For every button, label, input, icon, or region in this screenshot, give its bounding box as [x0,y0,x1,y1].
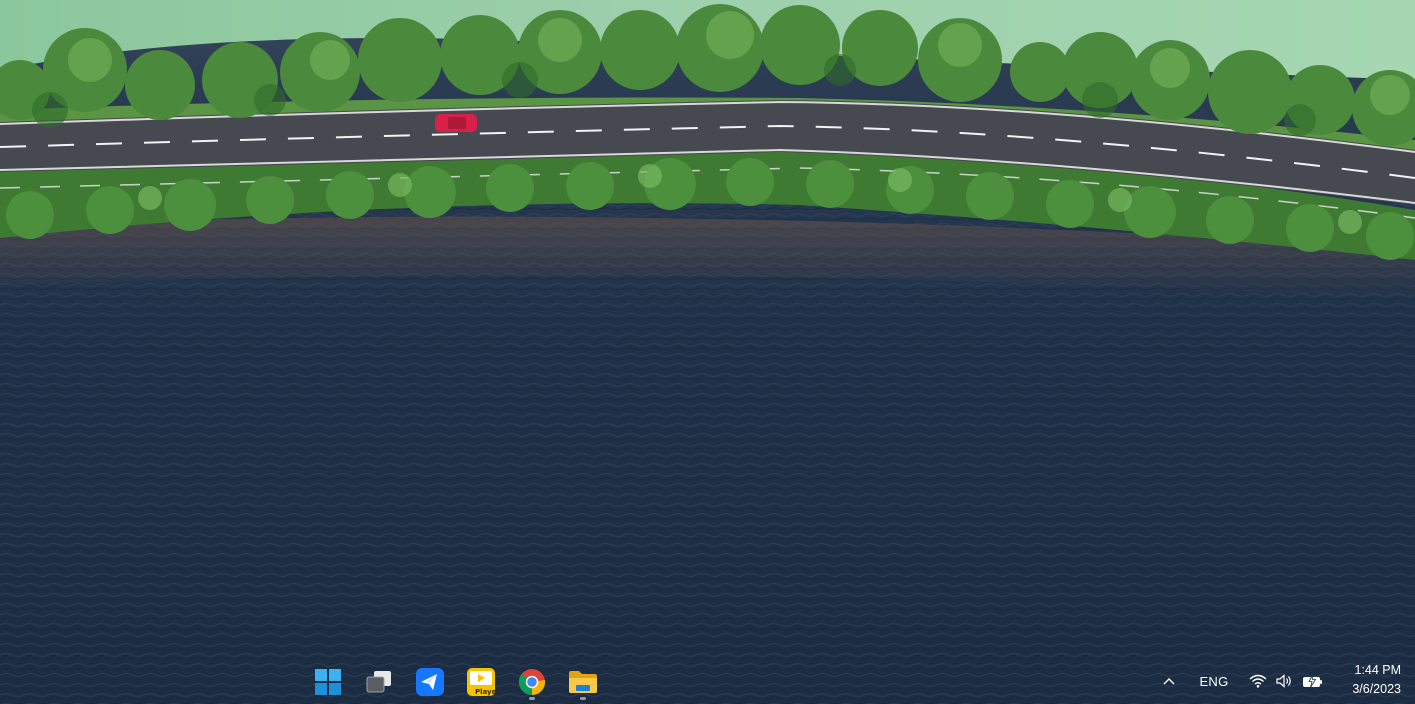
battery-button[interactable] [1300,666,1326,696]
potplayer-button[interactable]: Player [461,664,501,700]
language-indicator[interactable]: ENG [1194,666,1234,696]
network-button[interactable] [1246,666,1270,696]
task-view-button[interactable] [359,664,399,700]
language-label: ENG [1199,673,1229,689]
chrome-icon [518,669,546,696]
speaker-icon [1276,674,1291,688]
tray-overflow-button[interactable] [1158,666,1180,696]
player-app-label: Player [475,688,500,696]
clock-date: 3/6/2023 [1352,682,1401,696]
chevron-up-icon [1163,678,1175,685]
file-explorer-button[interactable] [563,664,603,700]
taskbar: Player ENG 1:44 PM 3/6/2023 [0,656,1415,704]
clock[interactable]: 1:44 PM 3/6/2023 [1331,660,1401,700]
desktop: Player ENG 1:44 PM 3/6/2023 [0,0,1415,704]
clock-time: 1:44 PM [1354,663,1401,677]
battery-charging-icon [1303,674,1322,688]
running-indicator [529,697,535,700]
windows-logo-icon [315,669,341,695]
bird-app-button[interactable] [410,664,450,700]
bird-app-icon [416,668,444,696]
chrome-button[interactable] [512,664,552,700]
wallpaper [0,0,1415,704]
wifi-icon [1249,674,1267,688]
volume-button[interactable] [1272,666,1296,696]
task-view-icon [366,671,391,693]
folder-icon [569,671,597,693]
running-indicator [580,697,586,700]
start-button[interactable] [308,664,348,700]
